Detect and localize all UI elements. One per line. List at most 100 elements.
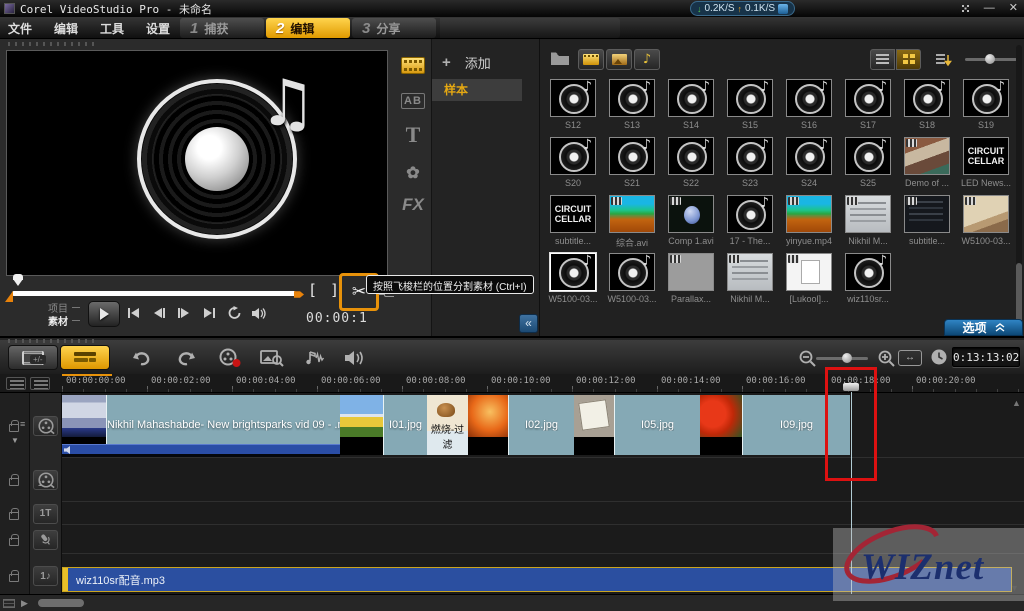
slider-knob[interactable] — [985, 54, 995, 64]
filter-audio-button[interactable]: ♪ — [634, 49, 660, 70]
clip-edge-handle[interactable] — [63, 568, 68, 591]
sound-mixer-button[interactable] — [340, 346, 368, 370]
add-gallery-row[interactable]: + 添加 — [442, 53, 491, 72]
video-track-menu-icon[interactable]: ≡ — [20, 419, 25, 429]
clip-audio-strip[interactable] — [62, 444, 340, 454]
library-item[interactable]: S24 — [781, 137, 837, 188]
library-item[interactable]: W5100-03... — [958, 195, 1014, 246]
panel-drag-handle[interactable] — [8, 42, 98, 46]
track-button-music-track[interactable]: 1♪ — [33, 566, 58, 586]
library-item[interactable]: S12 — [545, 79, 601, 130]
timeline-zoom-slider[interactable] — [816, 357, 868, 360]
library-item[interactable]: [Lukool]... — [781, 253, 837, 304]
audio-tool-button[interactable] — [300, 346, 328, 370]
minimize-button[interactable]: — — [984, 1, 995, 16]
step-tab-捕获[interactable]: 1捕获 — [180, 18, 264, 38]
library-item[interactable]: W5100-03... — [545, 253, 601, 304]
library-item[interactable]: yinyue.mp4 — [781, 195, 837, 246]
library-item[interactable]: Parallax... — [663, 253, 719, 304]
library-item[interactable]: S14 — [663, 79, 719, 130]
collapse-panel-button[interactable]: « — [519, 314, 538, 333]
library-item[interactable]: S25 — [840, 137, 896, 188]
library-item[interactable]: W5100-03... — [604, 253, 660, 304]
horizontal-scrollbar-thumb[interactable] — [38, 599, 84, 607]
library-item[interactable]: CIRCUITCELLARLED News... — [958, 137, 1014, 188]
trim-end-handle[interactable] — [294, 288, 304, 301]
scroll-down-arrow[interactable]: ▼ — [1010, 583, 1019, 593]
repeat-button[interactable] — [226, 305, 242, 321]
library-item[interactable]: S23 — [722, 137, 778, 188]
library-scrollbar[interactable] — [1016, 45, 1022, 330]
timeline-view-button[interactable] — [60, 345, 110, 370]
list-view-button[interactable] — [870, 49, 895, 70]
menu-item-2[interactable]: 工具 — [100, 20, 124, 37]
track-button-voice-track[interactable] — [33, 530, 58, 550]
library-item[interactable]: S17 — [840, 79, 896, 130]
snapshot-button[interactable] — [258, 346, 286, 370]
folder-icon[interactable] — [550, 51, 570, 66]
grid-view-button[interactable] — [896, 49, 921, 70]
library-item[interactable]: S21 — [604, 137, 660, 188]
scrubber-bar[interactable] — [12, 291, 296, 296]
track-add-remove-control[interactable]: +/- — [30, 355, 46, 364]
track-button-video-track[interactable] — [33, 416, 58, 436]
clip-mode-label[interactable]: 素材 — [48, 313, 68, 328]
title-tab[interactable]: T — [400, 123, 426, 147]
lock-icon[interactable] — [9, 512, 19, 520]
home-button[interactable] — [126, 305, 142, 321]
library-item[interactable]: S22 — [663, 137, 719, 188]
library-item[interactable]: wiz110sr... — [840, 253, 896, 304]
media-tab[interactable] — [400, 53, 426, 77]
swap-track-icon[interactable] — [3, 599, 15, 608]
timeline-zoom-knob[interactable] — [842, 353, 852, 363]
mark-out-button[interactable]: ] — [330, 281, 339, 299]
prev-frame-button[interactable] — [151, 305, 167, 321]
library-item[interactable]: 17 - The... — [722, 195, 778, 246]
track-button-overlay-track[interactable]: 1 — [33, 470, 58, 490]
play-button[interactable] — [88, 301, 120, 327]
timeline-timecode[interactable]: 0:13:13:02 — [952, 347, 1020, 367]
fit-project-button[interactable]: ↔ — [898, 350, 922, 366]
end-button[interactable] — [201, 305, 217, 321]
lock-icon[interactable] — [9, 574, 19, 582]
step-tab-分享[interactable]: 3分享 — [352, 18, 436, 38]
chapter-point-icon[interactable] — [30, 377, 50, 390]
library-item[interactable]: CIRCUITCELLARsubtitle... — [545, 195, 601, 246]
library-item[interactable]: S19 — [958, 79, 1014, 130]
timeline-clip[interactable]: I01.jpg — [383, 395, 427, 455]
library-item[interactable]: Nikhil M... — [840, 195, 896, 246]
library-item[interactable]: S20 — [545, 137, 601, 188]
library-item[interactable]: S18 — [899, 79, 955, 130]
graphic-tab[interactable]: ✿ — [400, 161, 426, 185]
scroll-left-arrow[interactable]: ▶ — [21, 598, 28, 609]
record-capture-button[interactable] — [216, 346, 244, 370]
timeline-clip-thumbnail[interactable] — [340, 395, 383, 455]
ripple-toggle-icon[interactable]: ▼ — [11, 436, 19, 445]
library-item[interactable]: subtitle... — [899, 195, 955, 246]
next-frame-button[interactable] — [176, 305, 192, 321]
track-button-title-track[interactable]: 1T — [33, 504, 58, 524]
timeline-drag-handle[interactable] — [8, 339, 98, 343]
track-scroll-up-arrow[interactable]: ▲ — [1012, 398, 1021, 408]
preview-timecode[interactable]: 00:00:1 — [306, 311, 368, 326]
lock-icon[interactable] — [9, 424, 19, 432]
library-item[interactable]: S13 — [604, 79, 660, 130]
transition-tab[interactable]: AB — [400, 89, 426, 113]
filter-video-button[interactable] — [578, 49, 604, 70]
video-track[interactable]: I09.jpgI05.jpgI02.jpg燃烧-过滤I01.jpgNikhil … — [62, 395, 850, 455]
menu-item-3[interactable]: 设置 — [146, 20, 170, 37]
library-item[interactable]: Comp 1.avi — [663, 195, 719, 246]
menu-item-1[interactable]: 编辑 — [54, 20, 78, 37]
menu-item-0[interactable]: 文件 — [8, 20, 32, 37]
network-speed-widget[interactable]: ↓ 0.2K/S ↑ 0.1K/S — [690, 1, 795, 16]
scrollbar-thumb[interactable] — [1016, 263, 1022, 325]
library-item[interactable]: Nikhil M... — [722, 253, 778, 304]
duration-clock-icon[interactable] — [930, 348, 948, 366]
library-item[interactable]: Demo of ... — [899, 137, 955, 188]
filter-tab[interactable]: FX — [400, 193, 426, 217]
lock-icon[interactable] — [9, 538, 19, 546]
timeline-clip-thumbnail[interactable] — [700, 395, 742, 455]
timeline-clip-thumbnail[interactable] — [468, 395, 508, 455]
gallery-item-样本[interactable]: 样本 — [432, 79, 522, 101]
filter-photo-button[interactable] — [606, 49, 632, 70]
